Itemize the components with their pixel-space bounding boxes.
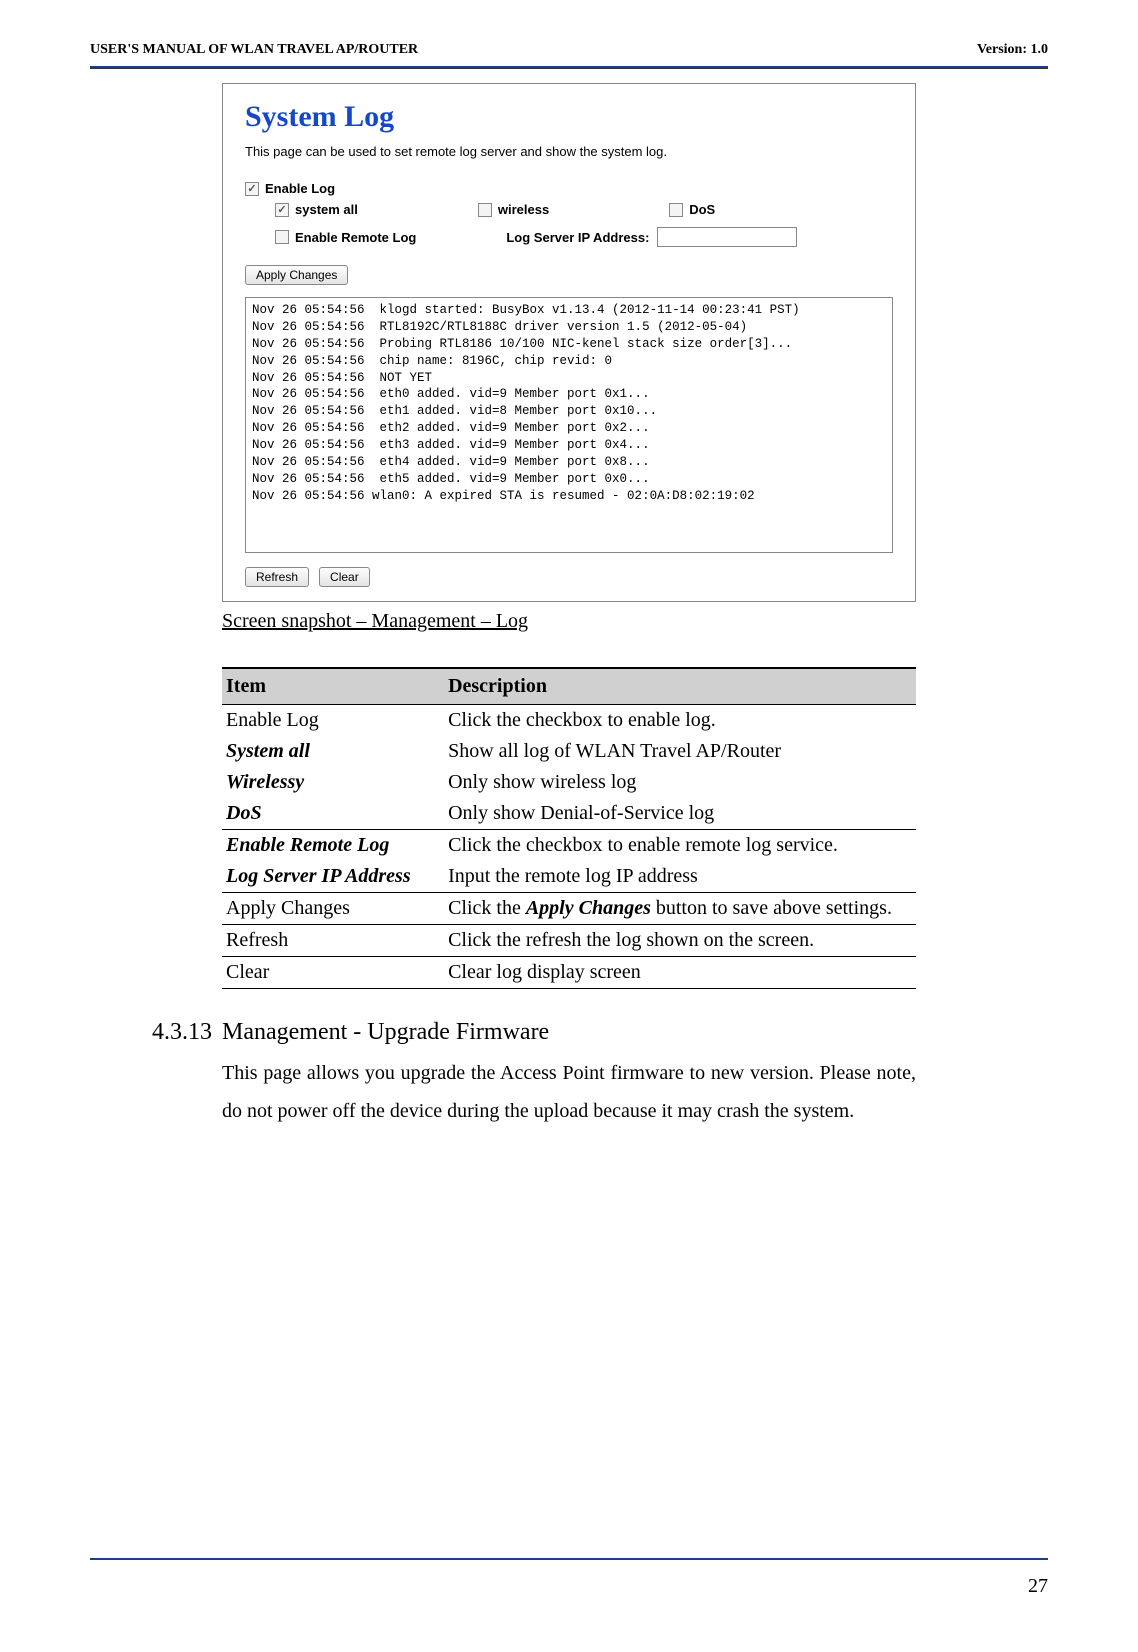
table-cell-item: Enable Log [222, 705, 444, 737]
table-head-item: Item [222, 668, 444, 705]
table-cell-desc: Click the checkbox to enable log. [444, 705, 916, 737]
table-cell-item: Log Server IP Address [222, 861, 444, 893]
header-right: Version: 1.0 [977, 42, 1048, 58]
wireless-checkbox[interactable] [478, 203, 492, 217]
header-left: USER'S MANUAL OF WLAN TRAVEL AP/ROUTER [90, 42, 418, 58]
table-cell-desc: Clear log display screen [444, 957, 916, 989]
table-cell-desc: Input the remote log IP address [444, 861, 916, 893]
section-body: This page allows you upgrade the Access … [222, 1054, 916, 1130]
table-cell-desc: Show all log of WLAN Travel AP/Router [444, 736, 916, 767]
table-cell-desc: Click the refresh the log shown on the s… [444, 925, 916, 957]
screenshot-subtitle: This page can be used to set remote log … [245, 144, 893, 159]
table-cell-desc: Click the checkbox to enable remote log … [444, 830, 916, 862]
screenshot-title: System Log [245, 100, 893, 134]
section-heading: 4.3.13Management - Upgrade Firmware [222, 1019, 916, 1046]
refresh-button[interactable]: Refresh [245, 567, 309, 587]
screenshot-panel: System Log This page can be used to set … [222, 83, 916, 602]
dos-checkbox[interactable] [669, 203, 683, 217]
table-row: DoSOnly show Denial-of-Service log [222, 798, 916, 830]
table-cell-item: Refresh [222, 925, 444, 957]
enable-log-label: Enable Log [265, 181, 335, 196]
system-all-checkbox[interactable] [275, 203, 289, 217]
table-row: Log Server IP AddressInput the remote lo… [222, 861, 916, 893]
dos-label: DoS [689, 202, 715, 217]
table-cell-desc: Only show wireless log [444, 767, 916, 798]
page-header: USER'S MANUAL OF WLAN TRAVEL AP/ROUTER V… [0, 0, 1138, 64]
footer-rule [90, 1558, 1048, 1560]
table-row: Enable LogClick the checkbox to enable l… [222, 705, 916, 737]
page-number: 27 [1028, 1575, 1048, 1598]
clear-button[interactable]: Clear [319, 567, 370, 587]
section-title: Management - Upgrade Firmware [222, 1019, 549, 1045]
header-rule-thin [90, 68, 1048, 69]
table-cell-item: Apply Changes [222, 893, 444, 925]
table-row: Apply ChangesClick the Apply Changes but… [222, 893, 916, 925]
table-cell-item: Enable Remote Log [222, 830, 444, 862]
table-cell-item: Clear [222, 957, 444, 989]
table-row: System allShow all log of WLAN Travel AP… [222, 736, 916, 767]
table-cell-item: Wirelessy [222, 767, 444, 798]
log-server-ip-label: Log Server IP Address: [506, 230, 649, 245]
screenshot-caption: Screen snapshot – Management – Log [222, 610, 916, 633]
table-row: ClearClear log display screen [222, 957, 916, 989]
table-row: RefreshClick the refresh the log shown o… [222, 925, 916, 957]
table-row: WirelessyOnly show wireless log [222, 767, 916, 798]
log-server-ip-input[interactable] [657, 227, 797, 247]
table-head-desc: Description [444, 668, 916, 705]
table-cell-item: System all [222, 736, 444, 767]
wireless-label: wireless [498, 202, 549, 217]
description-table: Item Description Enable LogClick the che… [222, 667, 916, 989]
enable-remote-label: Enable Remote Log [295, 230, 416, 245]
table-row: Enable Remote LogClick the checkbox to e… [222, 830, 916, 862]
enable-remote-checkbox[interactable] [275, 230, 289, 244]
table-cell-desc: Only show Denial-of-Service log [444, 798, 916, 830]
system-all-label: system all [295, 202, 358, 217]
apply-changes-button[interactable]: Apply Changes [245, 265, 348, 285]
table-cell-desc: Click the Apply Changes button to save a… [444, 893, 916, 925]
enable-log-checkbox[interactable] [245, 182, 259, 196]
log-textarea[interactable]: Nov 26 05:54:56 klogd started: BusyBox v… [245, 297, 893, 553]
section-number: 4.3.13 [152, 1019, 222, 1046]
table-cell-item: DoS [222, 798, 444, 830]
